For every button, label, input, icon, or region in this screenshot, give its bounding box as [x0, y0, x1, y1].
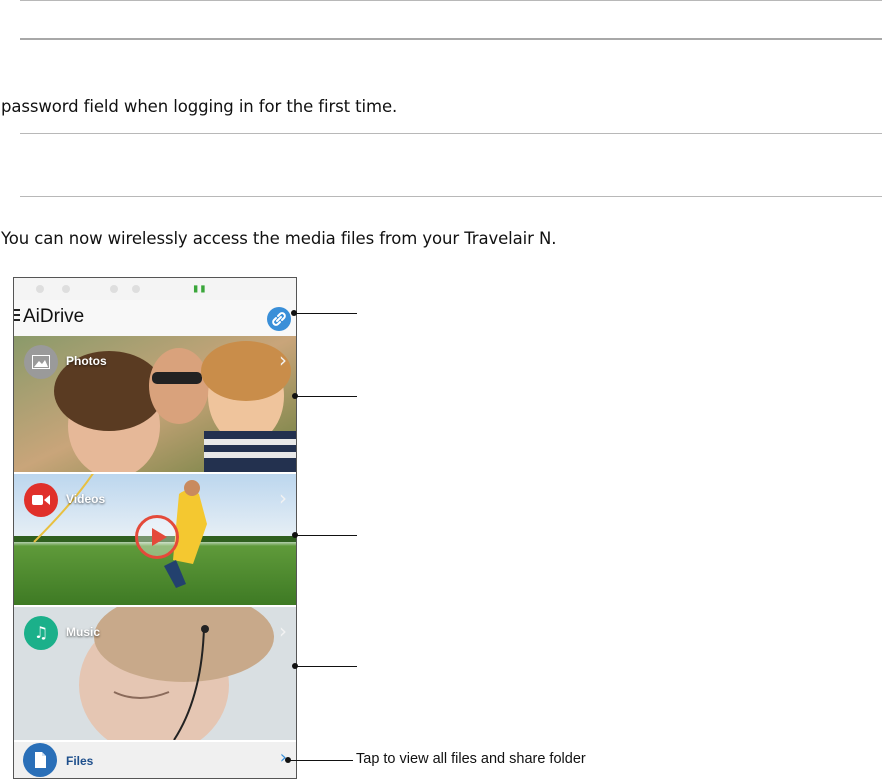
- callout-line: [297, 396, 357, 397]
- menu-icon[interactable]: [14, 309, 20, 323]
- divider-top: [20, 0, 882, 1]
- divider-note-mid: [20, 133, 882, 134]
- callout-line: [297, 535, 357, 536]
- paragraph-access-note: You can now wirelessly access the media …: [1, 229, 557, 248]
- music-note-icon: ♫: [24, 616, 58, 650]
- photos-tile[interactable]: Photos ›: [14, 336, 296, 472]
- files-label: Files: [66, 754, 94, 768]
- chevron-right-icon[interactable]: ›: [279, 619, 287, 643]
- music-tile[interactable]: ♫ Music ›: [14, 607, 296, 740]
- play-icon[interactable]: [135, 515, 179, 559]
- files-tile[interactable]: Files ›: [14, 742, 296, 778]
- chevron-right-icon[interactable]: ›: [279, 486, 287, 510]
- aidrive-screenshot: ▮▮ AiDrive Photos › Videos › ♫ Music › F…: [13, 277, 297, 779]
- divider-note-bottom: [20, 196, 882, 197]
- callout-line: [296, 313, 357, 314]
- signal-icon: ▮▮: [192, 281, 207, 295]
- divider-note-top: [20, 38, 882, 40]
- photos-label: Photos: [66, 354, 107, 368]
- videos-label: Videos: [66, 492, 106, 506]
- videos-tile[interactable]: Videos ›: [14, 474, 296, 605]
- files-callout-text: Tap to view all files and share folder: [356, 751, 586, 767]
- app-bar: AiDrive: [14, 300, 296, 336]
- paragraph-login-note: password field when logging in for the f…: [1, 97, 398, 116]
- chevron-right-icon[interactable]: ›: [279, 348, 287, 372]
- link-icon[interactable]: [267, 307, 291, 331]
- music-label: Music: [66, 625, 101, 639]
- callout-line: [290, 760, 353, 761]
- video-camera-icon: [24, 483, 58, 517]
- app-title: AiDrive: [23, 306, 85, 327]
- file-icon: [23, 743, 57, 777]
- image-icon: [24, 345, 58, 379]
- callout-line: [297, 666, 357, 667]
- status-bar: ▮▮: [14, 278, 296, 300]
